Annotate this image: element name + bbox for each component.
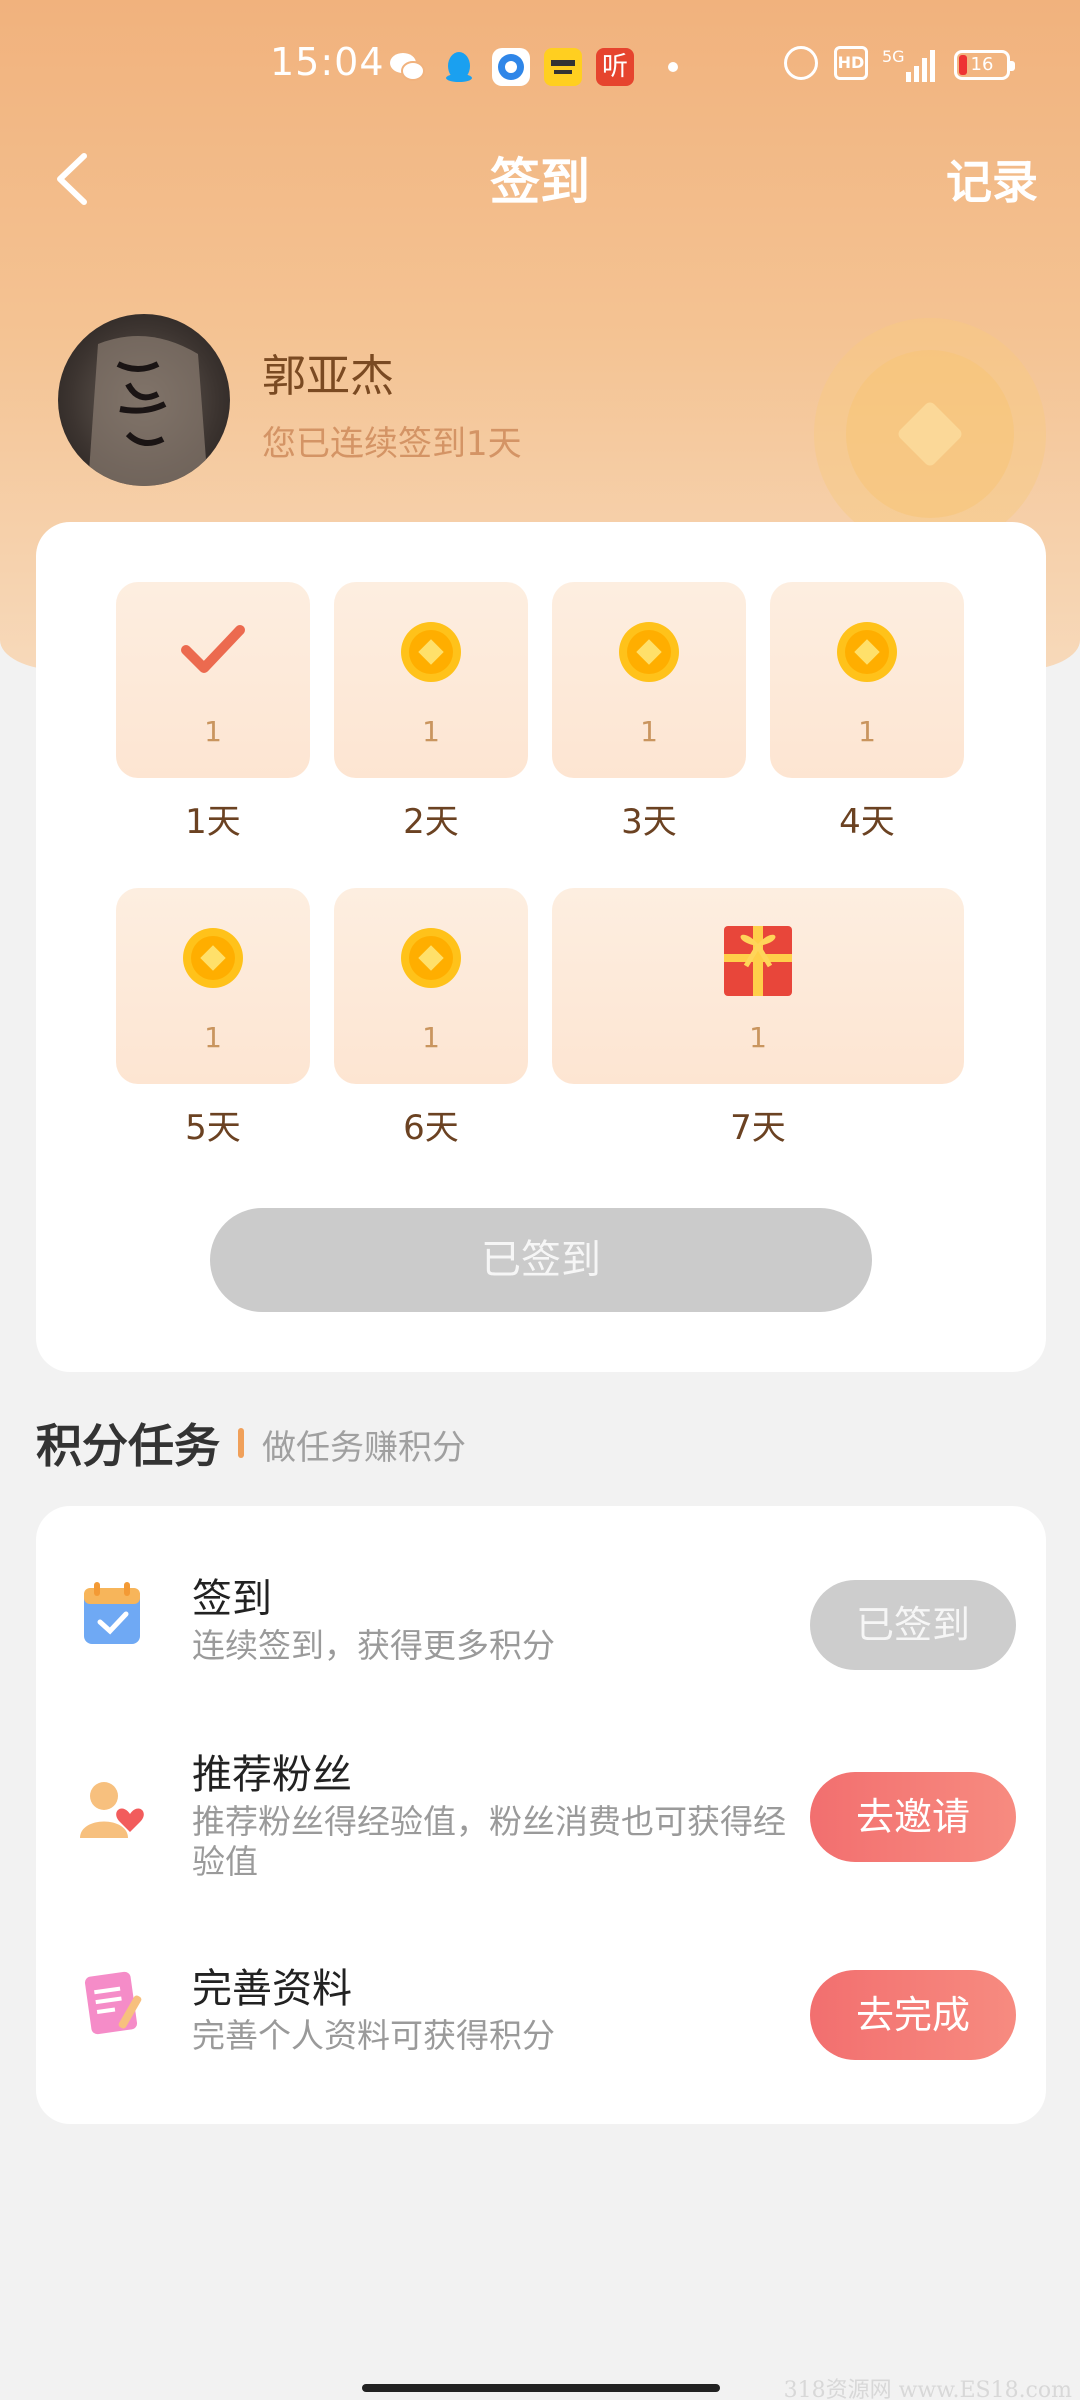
day-reward: 1: [422, 1021, 440, 1054]
tasks-card: 签到 连续签到，获得更多积分 已签到 推荐粉丝 推荐粉丝得经验值，粉丝消费也可获…: [36, 1506, 1046, 2124]
invite-button[interactable]: 去邀请: [810, 1772, 1016, 1862]
chevron-left-icon: [57, 153, 87, 205]
day-4-box: 1: [770, 582, 964, 778]
meituan-icon: [544, 48, 582, 86]
task-desc: 完善个人资料可获得积分: [192, 2016, 555, 2055]
calendar-icon: [74, 1574, 154, 1654]
signal-icon: 5G: [882, 46, 938, 86]
task-signed-button[interactable]: 已签到: [810, 1580, 1016, 1670]
user-heart-icon: [74, 1772, 154, 1852]
battery-icon: 16: [954, 50, 1015, 80]
task-title: 完善资料: [192, 1966, 352, 2012]
day-3-box: 1: [552, 582, 746, 778]
tasks-section-subtitle: 做任务赚积分: [262, 1428, 466, 1468]
back-button[interactable]: [40, 144, 110, 214]
check-icon: [178, 620, 248, 684]
coin-icon: [399, 926, 463, 994]
signed-in-button[interactable]: 已签到: [210, 1208, 872, 1312]
day-reward: 1: [858, 715, 876, 748]
day-reward: 1: [422, 715, 440, 748]
coin-icon: [835, 620, 899, 688]
day-reward: 1: [204, 1021, 222, 1054]
tasks-section-title: 积分任务: [36, 1419, 220, 1473]
status-bar: 15:04 听 HD 5G 16: [0, 0, 1080, 132]
day-5-box: 1: [116, 888, 310, 1084]
day-label: 5天: [185, 1108, 241, 1148]
decorative-coin-icon: [814, 318, 1046, 550]
day-label: 7天: [730, 1108, 786, 1148]
profile-doc-icon: [74, 1964, 154, 2044]
day-2-box: 1: [334, 582, 528, 778]
day-1-box: 1: [116, 582, 310, 778]
coin-icon: [399, 620, 463, 688]
qq-icon: [440, 48, 478, 86]
day-reward: 1: [204, 715, 222, 748]
coin-icon: [181, 926, 245, 994]
sign-in-card: 1 1 1 1 1天 2天 3天 4天 1 1 1 5天 6天 7天 已签到: [36, 522, 1046, 1372]
task-desc: 连续签到，获得更多积分: [192, 1626, 555, 1665]
section-divider: [238, 1428, 244, 1458]
day-label: 3天: [621, 802, 677, 842]
avatar[interactable]: [58, 314, 230, 486]
task-desc: 推荐粉丝得经验值，粉丝消费也可获得经验值: [192, 1802, 786, 1881]
task-title: 推荐粉丝: [192, 1752, 352, 1798]
day-label: 2天: [403, 802, 459, 842]
day-label: 4天: [839, 802, 895, 842]
sign-in-page: 15:04 听 HD 5G 16 签到 记录 郭亚杰 您已连续签到1天 1 1 …: [0, 0, 1080, 2400]
home-indicator[interactable]: [362, 2384, 720, 2392]
record-button[interactable]: 记录: [946, 146, 1038, 212]
day-label: 6天: [403, 1108, 459, 1148]
day-7-box: 1: [552, 888, 964, 1084]
battery-level: 16: [970, 54, 994, 75]
coin-icon: [617, 620, 681, 688]
wechat-icon: [388, 48, 426, 86]
browser-icon: [492, 48, 530, 86]
ting-app-icon: 听: [596, 48, 634, 86]
task-title: 签到: [192, 1576, 272, 1622]
day-reward: 1: [640, 715, 658, 748]
day-reward: 1: [749, 1021, 767, 1054]
alarm-icon: [784, 46, 818, 80]
svg-text:5G: 5G: [882, 47, 905, 66]
day-6-box: 1: [334, 888, 528, 1084]
watermark: 318资源网 www.ES18.com: [783, 2378, 1072, 2400]
user-name: 郭亚杰: [262, 351, 394, 402]
gift-icon: [720, 918, 796, 1002]
streak-text: 您已连续签到1天: [262, 424, 522, 464]
notification-dot: [668, 62, 678, 72]
hd-icon: HD: [834, 46, 868, 80]
complete-button[interactable]: 去完成: [810, 1970, 1016, 2060]
status-time: 15:04: [270, 40, 385, 84]
day-label: 1天: [185, 802, 241, 842]
